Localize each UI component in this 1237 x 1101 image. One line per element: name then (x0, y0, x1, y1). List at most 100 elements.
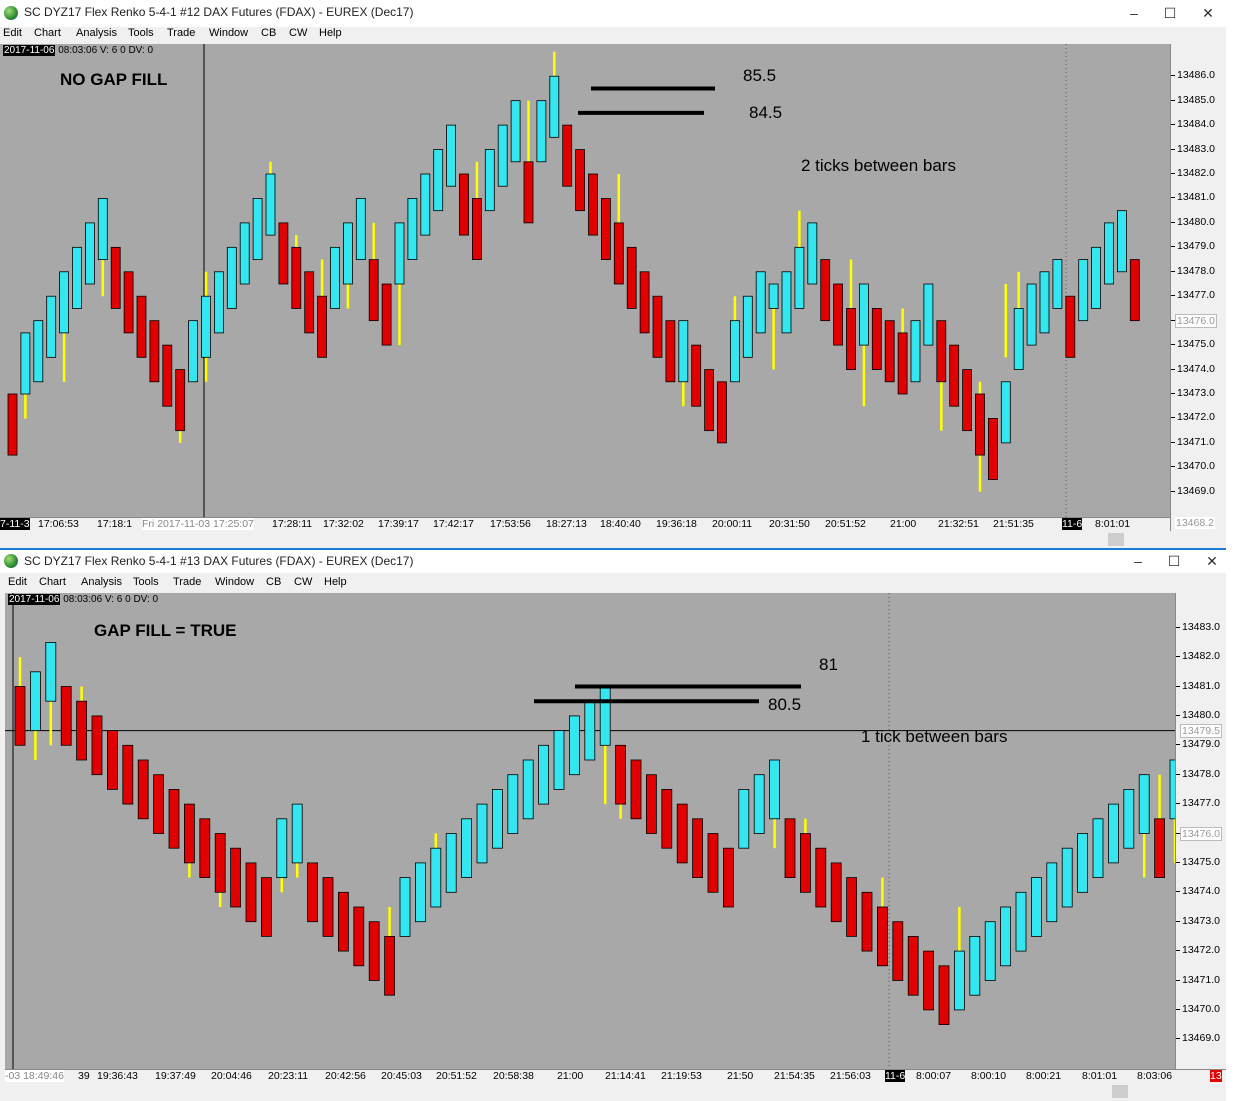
price-tick-label: 13478.0 (1177, 264, 1215, 277)
time-tick-label: 21:00 (890, 518, 917, 530)
menu-analysis[interactable]: Analysis (81, 576, 122, 588)
time-tick-label: 20:51:52 (825, 518, 866, 530)
time-tick-label: 21:50 (727, 1070, 754, 1082)
renko-down-bar (975, 393, 985, 456)
price-tick-label: 13469.0 (1182, 1032, 1220, 1045)
last-price-label: 13479.5 (1180, 723, 1222, 738)
menu-chart[interactable]: Chart (39, 576, 66, 588)
sierra-globe-icon (4, 554, 18, 568)
renko-down-bar (861, 891, 873, 952)
price-tick (1171, 441, 1175, 443)
menu-tools[interactable]: Tools (128, 27, 154, 39)
annotation-note[interactable]: 2 ticks between bars (801, 156, 956, 176)
time-tick-label: 11-6 (885, 1070, 906, 1082)
renko-up-bar (476, 803, 488, 864)
annotation-lower[interactable]: 84.5 (749, 103, 782, 123)
renko-up-bar (252, 198, 263, 260)
annotation-lower[interactable]: 80.5 (768, 695, 801, 715)
renko-down-bar (278, 222, 289, 285)
renko-up-bar (1046, 862, 1058, 923)
time-tick-label: 8:00:07 (916, 1070, 952, 1082)
annotation-upper[interactable]: 81 (819, 655, 838, 675)
renko-down-bar (665, 320, 676, 383)
menu-cw[interactable]: CW (294, 576, 312, 588)
price-tick (1176, 1008, 1180, 1010)
renko-down-bar (646, 774, 657, 834)
renko-up-bar (46, 295, 57, 358)
annotation-title[interactable]: GAP FILL = TRUE (94, 621, 236, 641)
time-axis[interactable]: 7-11-3 17:06:53 17:18:1 Fri 2017-11-03 17:2… (0, 517, 1170, 532)
menu-cb[interactable]: CB (261, 27, 276, 39)
renko-down-bar (381, 283, 392, 346)
menu-cb[interactable]: CB (266, 576, 281, 588)
price-tick-label: 13474.0 (1182, 885, 1220, 898)
renko-up-bar (1078, 259, 1089, 322)
price-tick (1176, 685, 1180, 687)
renko-down-bar (168, 788, 180, 849)
renko-down-bar (575, 149, 585, 212)
renko-down-bar (892, 921, 904, 981)
renko-down-bar (317, 295, 328, 358)
time-tick-label: 39 (78, 1070, 90, 1082)
menu-window[interactable]: Window (215, 576, 254, 588)
renko-up-bar (414, 862, 426, 923)
minimize-button[interactable]: – (1114, 0, 1154, 27)
renko-up-bar (859, 283, 869, 346)
maximize-button[interactable]: ☐ (1150, 0, 1190, 27)
menu-help[interactable]: Help (319, 27, 342, 39)
menu-cw[interactable]: CW (289, 27, 307, 39)
price-tick-label: 13482.0 (1177, 167, 1215, 179)
cursor-price-label: 13476.0 (1180, 826, 1222, 841)
menu-trade[interactable]: Trade (167, 27, 195, 39)
renko-down-bar (307, 862, 319, 923)
price-axis[interactable]: 13483.0 13482.0 13481.0 13480.0 13479.0 13478… (1175, 593, 1227, 1083)
background-window-edge (1226, 0, 1237, 1101)
menu-trade[interactable]: Trade (173, 576, 201, 588)
renko-down-bar (183, 803, 195, 864)
menu-chart[interactable]: Chart (34, 27, 61, 39)
close-button[interactable]: ✕ (1188, 0, 1228, 27)
renko-up-bar (461, 818, 473, 879)
renko-down-bar (949, 344, 960, 407)
price-tick (1171, 466, 1175, 468)
renko-up-bar (72, 246, 82, 309)
renko-up-bar (265, 173, 276, 236)
price-tick-label: 13477.0 (1182, 797, 1220, 810)
renko-up-bar (730, 320, 740, 383)
renko-down-bar (1154, 818, 1165, 879)
renko-up-bar (522, 759, 534, 820)
annotation-upper[interactable]: 85.5 (743, 66, 776, 86)
scrollbar-thumb[interactable] (1108, 533, 1124, 546)
menu-bar: Edit Chart Analysis Tools Trade Window C… (0, 573, 1226, 593)
price-axis[interactable]: 13486.0 13485.0 13484.0 13483.0 13482.0 13481… (1170, 44, 1227, 531)
title-bar[interactable]: SC DYZ17 Flex Renko 5-4-1 #13 DAX Future… (0, 550, 1226, 573)
annotation-note[interactable]: 1 tick between bars (861, 727, 1007, 747)
renko-down-bar (846, 877, 857, 937)
time-axis[interactable]: -03 18:49:46 39 19:36:43 19:37:49 20:04:46 20… (5, 1069, 1226, 1084)
menu-window[interactable]: Window (209, 27, 248, 39)
time-tick-label: Fri 2017-11-03 17:25:07 (142, 518, 254, 530)
annotation-title[interactable]: NO GAP FILL (60, 70, 167, 90)
menu-tools[interactable]: Tools (133, 576, 159, 588)
info-text: 08:03:06 V: 6 0 DV: 0 (63, 594, 159, 605)
menu-analysis[interactable]: Analysis (76, 27, 117, 39)
renko-up-bar (1013, 308, 1024, 370)
renko-down-bar (923, 950, 934, 1011)
minimize-button[interactable]: – (1118, 550, 1158, 573)
title-bar[interactable]: SC DYZ17 Flex Renko 5-4-1 #12 DAX Future… (0, 0, 1226, 27)
renko-down-bar (639, 271, 650, 334)
menu-edit[interactable]: Edit (8, 576, 27, 588)
horizontal-scrollbar[interactable] (5, 1083, 1226, 1100)
scrollbar-thumb[interactable] (1112, 1085, 1128, 1098)
menu-edit[interactable]: Edit (3, 27, 22, 39)
chart-plot-area[interactable]: 2017-11-06 08:03:06 V: 6 0 DV: 0 NO GAP … (0, 44, 1170, 517)
renko-down-bar (884, 320, 895, 383)
horizontal-scrollbar[interactable] (0, 531, 1226, 548)
time-tick-label: 17:28:11 (272, 518, 313, 530)
menu-help[interactable]: Help (324, 576, 347, 588)
price-tick-label: 13471.0 (1177, 435, 1215, 448)
maximize-button[interactable]: ☐ (1154, 550, 1194, 573)
price-tick-label: 13469.0 (1177, 484, 1215, 497)
price-tick (1176, 626, 1180, 628)
chart-plot-area[interactable]: 2017-11-06 08:03:06 V: 6 0 DV: 0 GAP FIL… (5, 593, 1175, 1069)
